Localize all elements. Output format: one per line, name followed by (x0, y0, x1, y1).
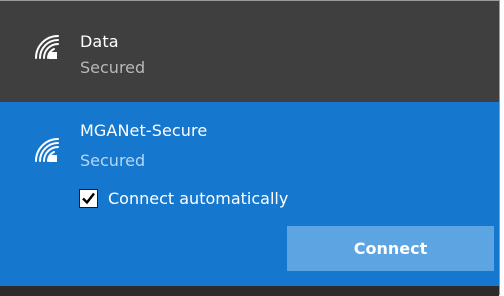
network-item-data[interactable]: Data Secured (0, 1, 499, 102)
connect-automatically-checkbox[interactable] (79, 188, 98, 208)
checkmark-icon (82, 192, 95, 204)
connect-automatically-option[interactable]: Connect automatically (79, 187, 288, 209)
wifi-secured-icon (35, 138, 59, 162)
connect-automatically-label: Connect automatically (108, 188, 289, 208)
network-item-mganet-secure[interactable]: MGANet-Secure Secured Connect automatica… (0, 102, 499, 286)
connect-button[interactable]: Connect (287, 226, 494, 271)
network-status: Secured (80, 58, 146, 77)
wifi-secured-icon (35, 35, 59, 59)
network-name: MGANet-Secure (80, 121, 208, 140)
network-name: Data (80, 32, 119, 51)
wifi-network-list: Data Secured MGANet-Secure Secured Conne… (0, 0, 500, 296)
network-status: Secured (80, 151, 146, 170)
